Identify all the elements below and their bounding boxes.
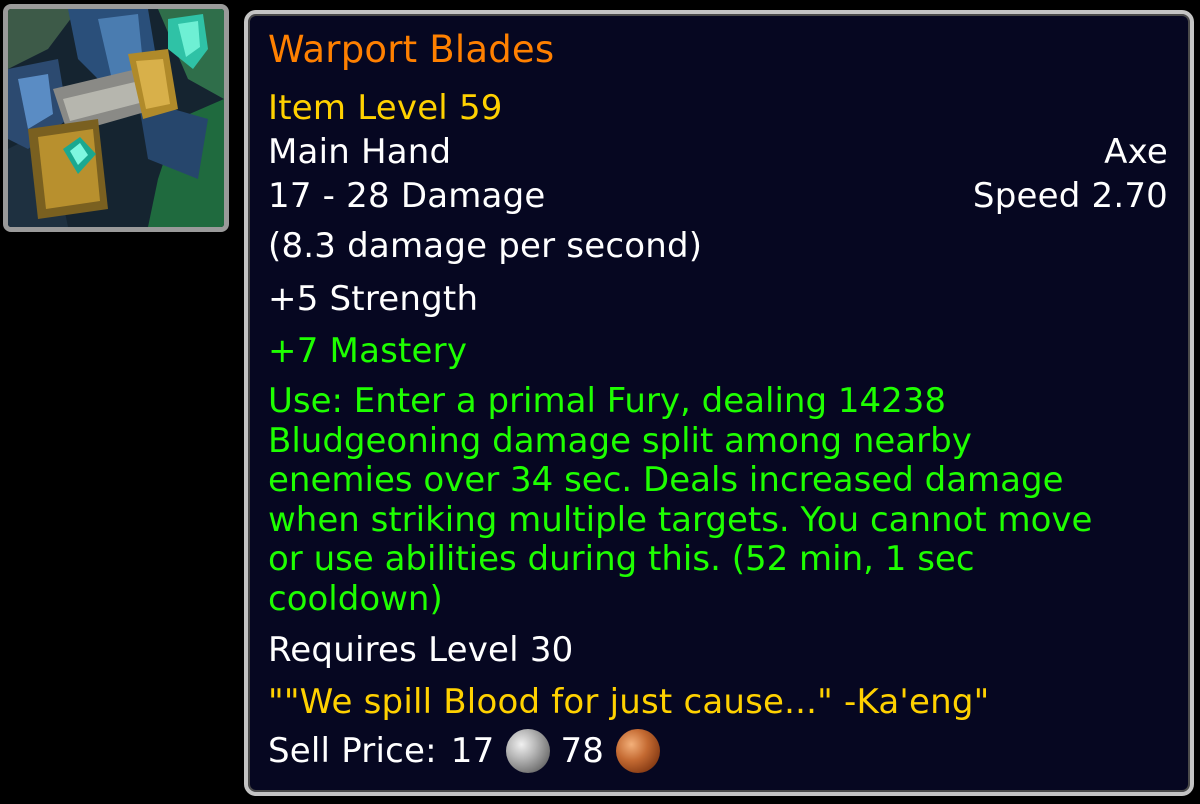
item-dps: (8.3 damage per second) — [268, 226, 703, 266]
sell-label: Sell Price: — [268, 731, 437, 771]
item-speed: Speed 2.70 — [972, 176, 1168, 216]
item-tooltip: Warport Blades Item Level 59 Main Hand A… — [244, 10, 1194, 796]
item-icon[interactable] — [3, 4, 229, 232]
item-slot: Main Hand — [268, 132, 452, 172]
damage-row: 17 - 28 Damage Speed 2.70 — [268, 176, 1168, 216]
item-type: Axe — [1104, 132, 1168, 172]
sell-price: Sell Price: 17 78 — [268, 729, 1168, 773]
item-damage: 17 - 28 Damage — [268, 176, 546, 216]
stat-mastery: +7 Mastery — [268, 331, 468, 371]
sell-copper-amount: 78 — [560, 731, 605, 771]
silver-coin-icon — [506, 729, 551, 773]
use-effect: Use: Enter a primal Fury, dealing 14238 … — [268, 381, 1093, 619]
sell-silver-amount: 17 — [450, 731, 495, 771]
level-requirement: Requires Level 30 — [268, 630, 574, 670]
stat-strength: +5 Strength — [268, 279, 479, 319]
item-level: Item Level 59 — [268, 88, 503, 128]
copper-coin-icon — [616, 729, 661, 773]
flavor-text: ""We spill Blood for just cause..." -Ka'… — [268, 682, 990, 722]
item-name: Warport Blades — [268, 28, 555, 71]
axe-item-icon — [8, 9, 224, 227]
slot-row: Main Hand Axe — [268, 132, 1168, 172]
